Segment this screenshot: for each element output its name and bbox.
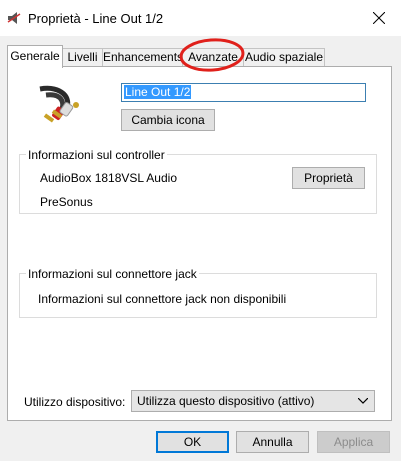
properties-button[interactable]: Proprietà [292, 167, 365, 189]
device-name-input[interactable]: Line Out 1/2 [121, 83, 366, 102]
apply-button[interactable]: Applica [317, 431, 390, 453]
cancel-button[interactable]: Annulla [236, 431, 309, 453]
device-usage-label: Utilizzo dispositivo: [24, 395, 126, 409]
speaker-app-icon [7, 12, 21, 24]
change-icon-button[interactable]: Cambia icona [121, 109, 215, 131]
jack-message: Informazioni sul connettore jack non dis… [38, 292, 287, 306]
rca-cable-icon [39, 85, 79, 123]
title-bar: Proprietà - Line Out 1/2 [0, 0, 401, 36]
controller-vendor: PreSonus [40, 195, 93, 209]
tab-audio-spaziale[interactable]: Audio spaziale [243, 48, 325, 66]
jack-legend: Informazioni sul connettore jack [26, 267, 199, 281]
tab-avanzate[interactable]: Avanzate [182, 48, 244, 66]
tab-livelli[interactable]: Livelli [62, 48, 103, 66]
device-usage-select[interactable]: Utilizza questo dispositivo (attivo) [131, 390, 375, 412]
close-button[interactable] [357, 0, 401, 36]
tab-generale[interactable]: Generale [7, 45, 63, 68]
chevron-down-icon [358, 398, 368, 404]
close-icon [373, 12, 385, 24]
window-title: Proprietà - Line Out 1/2 [28, 11, 164, 26]
device-usage-value: Utilizza questo dispositivo (attivo) [137, 394, 315, 408]
device-name-value: Line Out 1/2 [124, 85, 192, 99]
tab-enhancements[interactable]: Enhancements [102, 48, 183, 66]
ok-button[interactable]: OK [156, 431, 229, 453]
controller-name: AudioBox 1818VSL Audio [40, 171, 177, 185]
controller-legend: Informazioni sul controller [26, 148, 167, 162]
